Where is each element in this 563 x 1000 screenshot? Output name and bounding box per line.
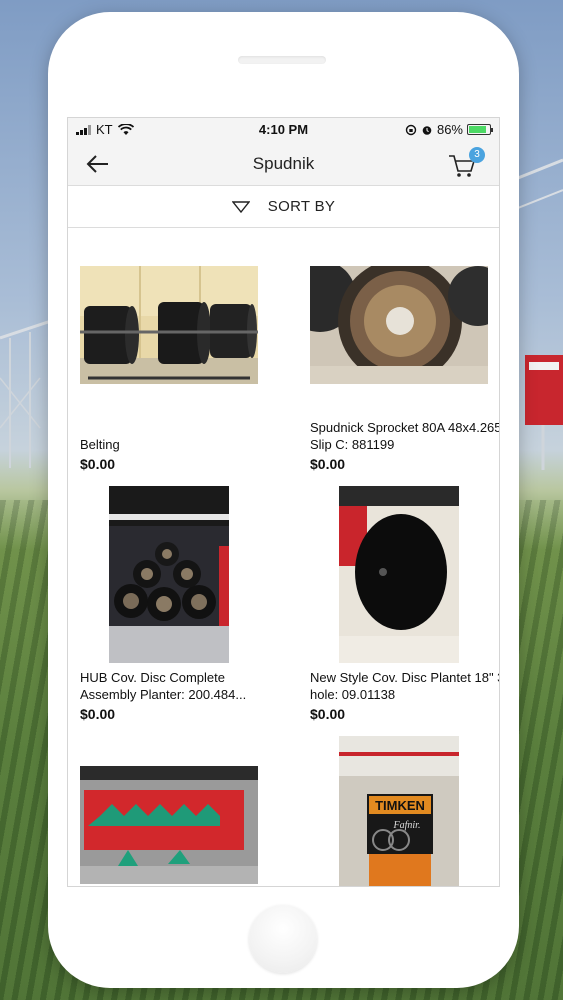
sort-by-button[interactable]: SORT BY <box>68 186 499 228</box>
product-card[interactable] <box>80 736 280 886</box>
product-image-timken: TIMKEN Fafnir. <box>339 736 459 886</box>
battery-percent: 86% <box>436 122 463 137</box>
product-name: New Style Cov. Disc Plantet 18" 3 hole: … <box>310 670 500 702</box>
product-name: Belting <box>80 437 120 452</box>
triangle-down-icon <box>231 200 250 213</box>
phone-speaker <box>238 56 326 64</box>
navigation-bar: Spudnik 3 <box>68 142 499 186</box>
product-image-green-parts <box>80 766 258 884</box>
status-right: 86% <box>405 122 493 137</box>
product-card[interactable]: Spudnick Sprocket 80A 48x4.265 Slip C: 8… <box>310 266 500 476</box>
app-screen: KT 4:10 PM 86% Spudnik 3 SORT BY Belting… <box>67 117 500 887</box>
product-name: HUB Cov. Disc Complete Assembly Planter:… <box>80 670 247 702</box>
timken-brand-text: TIMKEN <box>375 798 425 813</box>
page-title: Spudnik <box>252 154 315 173</box>
product-card[interactable]: HUB Cov. Disc Complete Assembly Planter:… <box>80 486 280 722</box>
product-card[interactable]: Belting $0.00 <box>80 266 280 476</box>
status-bar: KT 4:10 PM 86% <box>68 118 499 142</box>
product-card[interactable]: New Style Cov. Disc Plantet 18" 3 hole: … <box>310 486 500 722</box>
product-card[interactable]: TIMKEN Fafnir. <box>310 736 499 886</box>
home-button[interactable] <box>249 905 317 973</box>
product-price: $0.00 <box>80 456 116 472</box>
alarm-icon <box>422 125 432 135</box>
rotation-lock-icon <box>405 124 417 135</box>
cart-count-badge: 3 <box>469 147 485 163</box>
battery-icon <box>467 124 493 135</box>
sort-by-label: SORT BY <box>267 198 336 215</box>
product-price: $0.00 <box>310 706 346 722</box>
product-image-hub <box>109 486 229 663</box>
product-price: $0.00 <box>310 456 346 472</box>
irrigation-pivot-right <box>513 158 563 470</box>
product-image-disc <box>339 486 459 663</box>
product-image-sprocket <box>310 266 488 384</box>
product-name: Spudnick Sprocket 80A 48x4.265 Slip C: 8… <box>310 420 500 452</box>
battery-fill <box>469 126 487 133</box>
product-price: $0.00 <box>80 706 116 722</box>
product-image-belting <box>80 266 258 384</box>
